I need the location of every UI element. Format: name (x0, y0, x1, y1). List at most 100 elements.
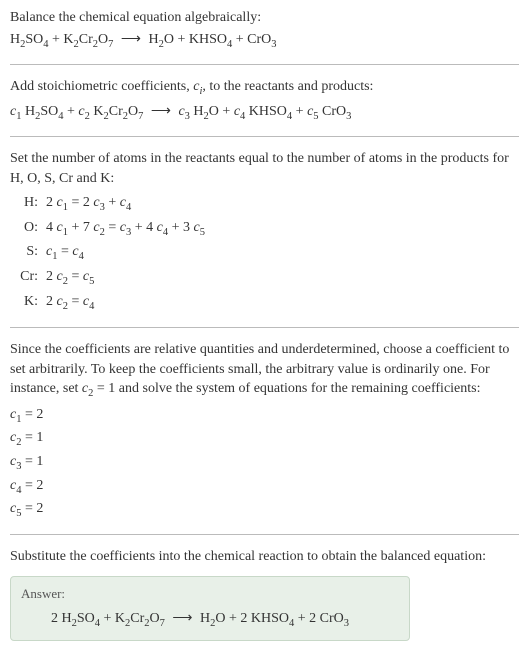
text-part: 4 (46, 220, 57, 235)
chem-part: KHSO (245, 104, 287, 119)
divider (10, 64, 519, 65)
atom-equation: 2 c2 = c4 (46, 291, 519, 316)
chem-part: SO (25, 32, 43, 47)
coef-row: c4 = 2 (10, 475, 519, 499)
sub: 4 (126, 202, 131, 213)
coef-value: = 2 (21, 407, 43, 422)
chem-part: Cr (79, 32, 93, 47)
balanced-equation: 2 H2SO4 + K2Cr2O7 ⟶ H2O + 2 KHSO4 + 2 Cr… (21, 609, 399, 631)
atom-row: K:2 c2 = c4 (18, 291, 519, 316)
atom-row: S:c1 = c4 (18, 241, 519, 266)
text-part: = (68, 294, 83, 309)
chem-part: Cr (109, 104, 123, 119)
atom-equation-table: H:2 c1 = 2 c3 + c4O:4 c1 + 7 c2 = c3 + 4… (18, 192, 519, 315)
coef-value: = 2 (21, 501, 43, 516)
answer-label: Answer: (21, 585, 399, 603)
chem-part: Cr (130, 611, 144, 626)
divider (10, 327, 519, 328)
chem-part: H (21, 104, 35, 119)
chem-part: + (292, 104, 307, 119)
atom-row: H:2 c1 = 2 c3 + c4 (18, 192, 519, 217)
solve-text: Since the coefficients are relative quan… (10, 340, 519, 402)
chem-part: O + (209, 104, 234, 119)
sub: 4 (89, 300, 94, 311)
arrow-icon: ⟶ (147, 104, 175, 119)
text-part: + 3 (168, 220, 193, 235)
text-part: + (105, 195, 120, 210)
atom-row: Cr:2 c2 = c5 (18, 266, 519, 291)
chem-part: H (190, 104, 204, 119)
atom-label: O: (18, 217, 46, 242)
chem-part: + K (100, 611, 125, 626)
sub: 3 (271, 38, 276, 49)
arrow-icon: ⟶ (117, 32, 145, 47)
chem-part: SO (77, 611, 95, 626)
chem-part: O (128, 104, 138, 119)
atom-equation: c1 = c4 (46, 241, 519, 266)
atom-label: H: (18, 192, 46, 217)
answer-intro-text: Substitute the coefficients into the che… (10, 547, 519, 567)
sub: 7 (138, 110, 143, 121)
text-part: 2 (46, 195, 57, 210)
chem-part: O (98, 32, 108, 47)
section-balance-intro: Balance the chemical equation algebraica… (10, 8, 519, 52)
sub: 3 (346, 110, 351, 121)
plus: + (64, 104, 79, 119)
chem-part: H (149, 32, 159, 47)
atom-equation: 4 c1 + 7 c2 = c3 + 4 c4 + 3 c5 (46, 217, 519, 242)
chem-part: + 2 CrO (294, 611, 344, 626)
coef-row: c5 = 2 (10, 498, 519, 522)
chem-part: + K (49, 32, 74, 47)
sub: 7 (160, 618, 165, 629)
section-answer: Substitute the coefficients into the che… (10, 547, 519, 641)
chem-part: O (150, 611, 160, 626)
text-part: , to the reactants and products: (202, 79, 373, 94)
chem-part: O + KHSO (164, 32, 227, 47)
atom-intro-text: Set the number of atoms in the reactants… (10, 149, 519, 188)
chem-part: + CrO (232, 32, 271, 47)
add-coef-text: Add stoichiometric coefficients, ci, to … (10, 77, 519, 99)
sub: 3 (344, 618, 349, 629)
coef-value: = 1 (21, 430, 43, 445)
atom-label: K: (18, 291, 46, 316)
text-part: = (57, 244, 72, 259)
chem-part: CrO (319, 104, 347, 119)
sub: 5 (200, 227, 205, 238)
atom-equation: 2 c2 = c5 (46, 266, 519, 291)
text-part: + 7 (68, 220, 93, 235)
section-atom-equations: Set the number of atoms in the reactants… (10, 149, 519, 315)
chem-part: SO (40, 104, 58, 119)
coefficient-list: c1 = 2c2 = 1c3 = 1c4 = 2c5 = 2 (10, 404, 519, 522)
atom-label: Cr: (18, 266, 46, 291)
coef-row: c1 = 2 (10, 404, 519, 428)
chem-part: H (200, 611, 210, 626)
divider (10, 136, 519, 137)
text-part: + 4 (131, 220, 156, 235)
text-part: 2 (46, 294, 57, 309)
text-part: Add stoichiometric coefficients, (10, 79, 193, 94)
chem-part: O + 2 KHSO (215, 611, 289, 626)
divider (10, 534, 519, 535)
coefficient-equation: c1 H2SO4 + c2 K2Cr2O7 ⟶ c3 H2O + c4 KHSO… (10, 102, 519, 124)
intro-text: Balance the chemical equation algebraica… (10, 8, 519, 28)
sub: 7 (108, 38, 113, 49)
text-part: = (68, 269, 83, 284)
unbalanced-equation: H2SO4 + K2Cr2O7 ⟶ H2O + KHSO4 + CrO3 (10, 30, 519, 52)
sub: 5 (89, 276, 94, 287)
coef-row: c2 = 1 (10, 427, 519, 451)
answer-box: Answer: 2 H2SO4 + K2Cr2O7 ⟶ H2O + 2 KHSO… (10, 576, 410, 641)
coef-value: = 1 (21, 454, 43, 469)
atom-row: O:4 c1 + 7 c2 = c3 + 4 c4 + 3 c5 (18, 217, 519, 242)
section-solve: Since the coefficients are relative quan… (10, 340, 519, 521)
text-part: = (105, 220, 120, 235)
coef-value: = 2 (21, 478, 43, 493)
chem-part: K (90, 104, 104, 119)
text-part: 2 (46, 269, 57, 284)
text-part: = 2 (68, 195, 93, 210)
atom-label: S: (18, 241, 46, 266)
arrow-icon: ⟶ (168, 611, 196, 626)
coef-row: c3 = 1 (10, 451, 519, 475)
section-add-coefficients: Add stoichiometric coefficients, ci, to … (10, 77, 519, 124)
atom-equation: 2 c1 = 2 c3 + c4 (46, 192, 519, 217)
chem-part: 2 H (51, 611, 72, 626)
